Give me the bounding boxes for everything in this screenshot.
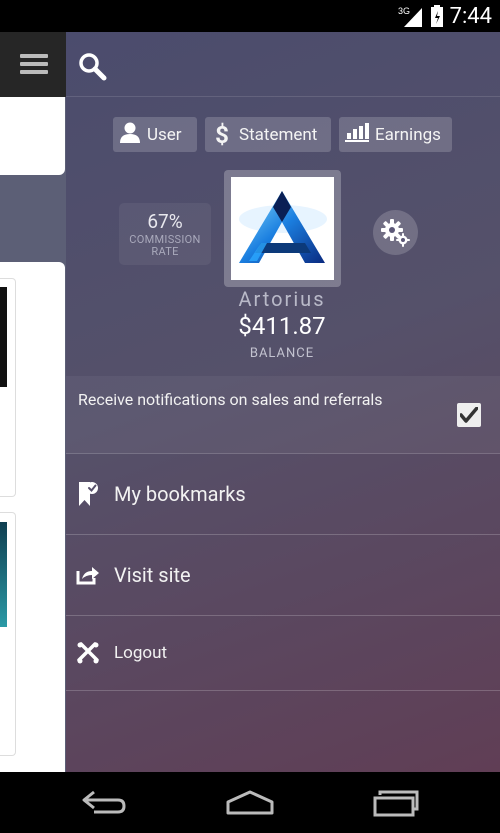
background-thumbnail [0,522,7,627]
menu-item-bookmarks-label: My bookmarks [114,482,246,506]
share-icon [70,565,106,585]
balance-label: BALANCE [249,346,315,361]
search-icon[interactable] [78,52,108,82]
tab-statement[interactable]: $ Statement [205,117,331,152]
bar-chart-icon [345,122,369,147]
avatar [231,177,334,280]
menu-divider [66,690,500,691]
notifications-checkbox[interactable] [457,403,481,427]
user-icon [119,121,141,148]
bookmark-icon [70,480,106,508]
background-card [0,97,65,175]
background-toolbar [0,32,66,97]
commission-rate-box: 67% COMMISSION RATE [119,203,211,265]
notifications-setting-row[interactable]: Receive notifications on sales and refer… [66,376,500,453]
commission-rate-label-line1: COMMISSION [129,233,201,246]
home-icon[interactable] [222,786,278,820]
navigation-drawer: User $ Statement Earnings 67% COMMISSION… [66,32,500,772]
network-type-label: 3G [398,6,410,16]
menu-item-logout[interactable]: Logout [66,616,500,690]
tab-user[interactable]: User [113,117,197,152]
username: Artorius [238,287,326,311]
menu-item-visit-site[interactable]: Visit site [66,535,500,615]
back-icon[interactable] [76,786,132,820]
settings-gear-icon[interactable] [373,210,418,255]
notifications-setting-label: Receive notifications on sales and refer… [78,390,383,409]
status-time: 7:44 [449,3,492,29]
checkmark-icon [460,407,478,423]
avatar-logo-icon [239,191,327,263]
menu-item-visit-site-label: Visit site [114,563,191,587]
system-navigation-bar [0,772,500,833]
dollar-icon: $ [215,120,229,149]
background-thumbnail [0,287,7,387]
menu-item-bookmarks[interactable]: My bookmarks [66,454,500,534]
menu-item-logout-label: Logout [114,643,168,663]
status-bar: 3G 7:44 [0,0,500,32]
battery-icon [430,5,444,27]
commission-rate-label-line2: RATE [151,245,179,258]
tab-earnings-label: Earnings [375,124,441,145]
avatar-frame[interactable] [224,170,341,287]
header-divider [66,96,500,97]
recent-apps-icon[interactable] [368,786,424,820]
account-tabs: User $ Statement Earnings [66,117,500,153]
signal-icon: 3G [398,5,424,27]
tab-statement-label: Statement [239,124,318,145]
balance-value: $411.87 [238,312,326,340]
commission-rate-value: 67% [147,210,183,233]
hamburger-menu-icon[interactable] [20,54,48,74]
tab-earnings[interactable]: Earnings [339,117,452,152]
background-app [0,32,66,772]
logout-icon [70,642,106,664]
tab-user-label: User [147,124,182,145]
